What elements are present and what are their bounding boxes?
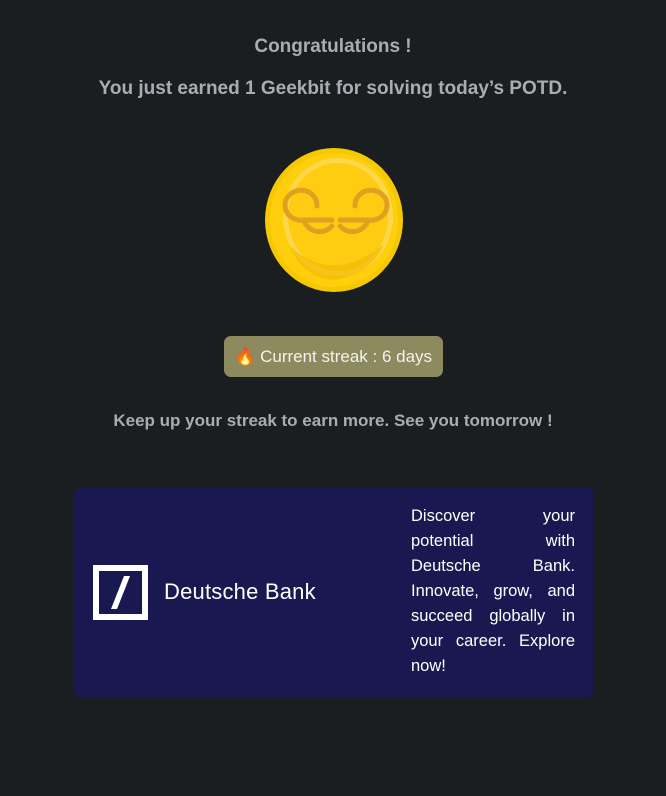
dialog-title: Congratulations ! (254, 36, 412, 57)
reward-message: You just earned 1 Geekbit for solving to… (98, 78, 568, 99)
deutsche-bank-logo-icon (93, 565, 148, 620)
potd-reward-dialog: Congratulations ! You just earned 1 Geek… (0, 0, 666, 796)
ad-brand-name: Deutsche Bank (164, 579, 316, 604)
streak-label: Current streak : 6 days (260, 346, 433, 366)
fire-icon: 🔥 (234, 347, 257, 366)
coin-graphic (265, 148, 403, 292)
geekbit-coin-icon (262, 146, 406, 294)
streak-badge: 🔥 Current streak : 6 days (224, 336, 443, 377)
ad-description: Discover your potential with Deutsche Ba… (411, 507, 575, 675)
sponsored-ad-card[interactable]: Deutsche Bank Discover your potential wi… (74, 487, 594, 698)
encouragement-text: Keep up your streak to earn more. See yo… (113, 411, 553, 430)
